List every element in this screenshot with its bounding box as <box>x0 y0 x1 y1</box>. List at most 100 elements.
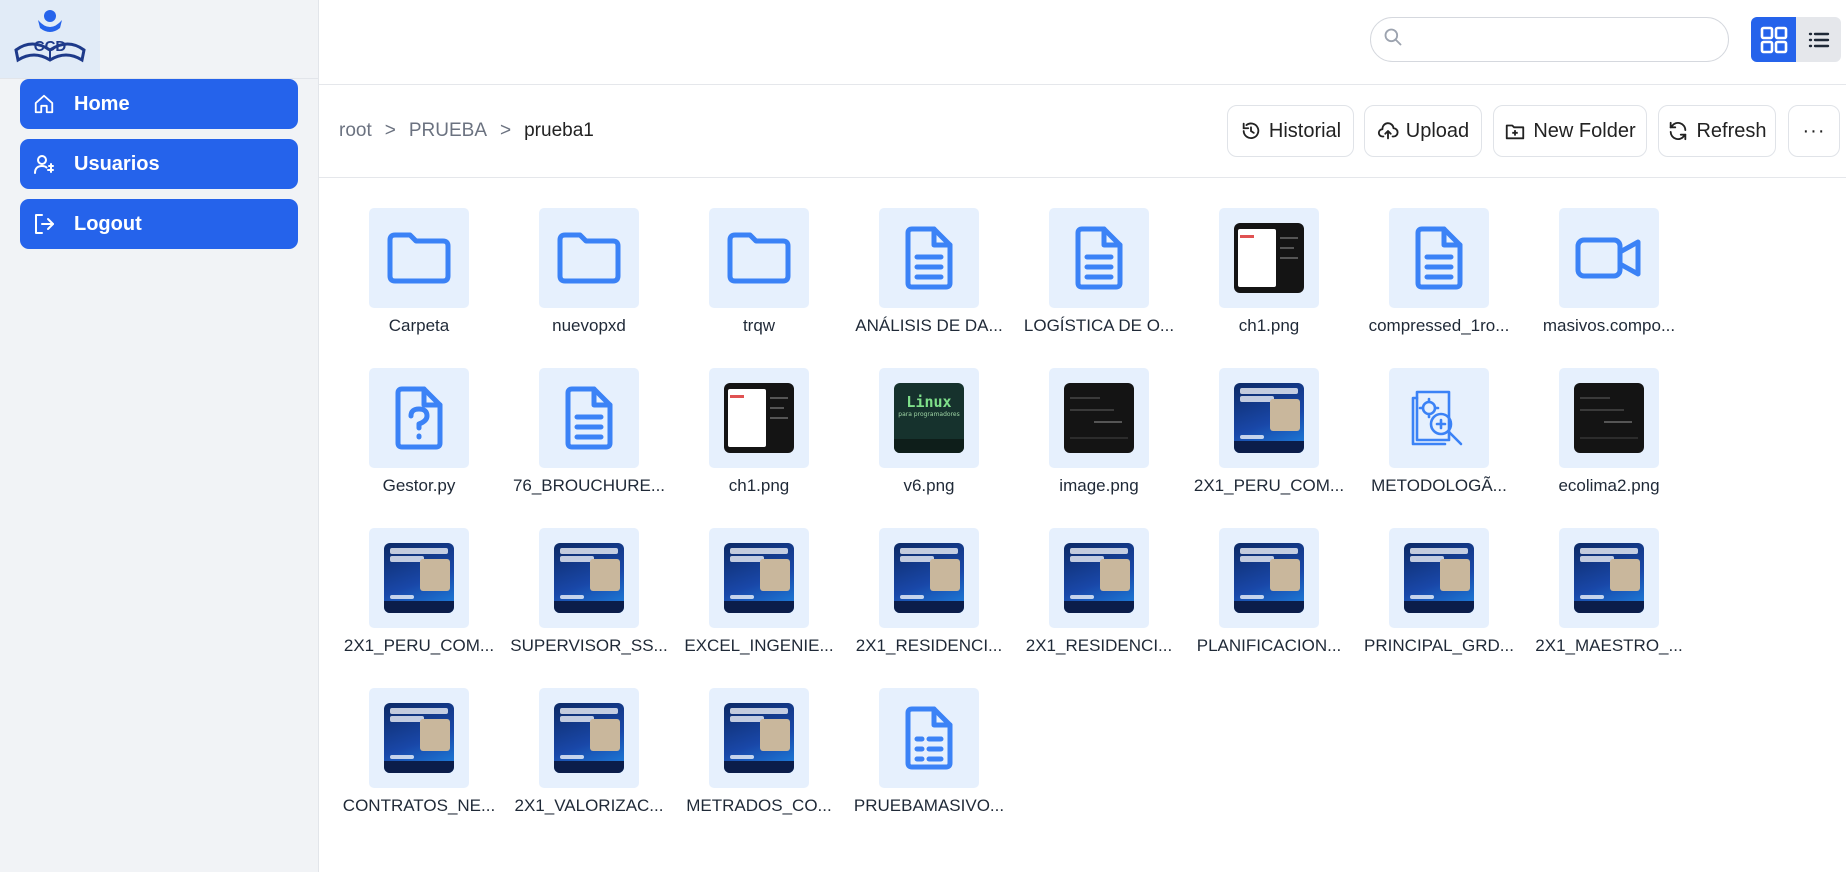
file-item[interactable]: Gestor.py <box>344 338 494 495</box>
breadcrumb-separator: > <box>500 120 512 141</box>
more-options-icon: ··· <box>1802 119 1826 142</box>
search-box[interactable] <box>1370 17 1729 62</box>
grid-view-button[interactable] <box>1751 17 1796 62</box>
file-item[interactable]: masivos.compo... <box>1534 178 1684 335</box>
refresh-label: Refresh <box>1696 119 1767 142</box>
file-name: 2X1_VALORIZAC... <box>514 796 664 815</box>
file-name: 2X1_PERU_COM... <box>1193 476 1345 495</box>
file-item[interactable]: 2X1_VALORIZAC... <box>514 658 664 815</box>
breadcrumb-separator: > <box>384 120 396 141</box>
file-item[interactable]: Carpeta <box>344 178 494 335</box>
file-item[interactable]: ecolima2.png <box>1534 338 1684 495</box>
file-name: SUPERVISOR_SS... <box>510 636 668 655</box>
file-item[interactable]: 2X1_PERU_COM... <box>344 498 494 655</box>
historial-button[interactable]: Historial <box>1227 105 1354 157</box>
breadcrumb-item-root[interactable]: root <box>339 120 372 142</box>
file-item[interactable]: 76_BROUCHURE... <box>513 338 665 495</box>
spreadsheet-icon <box>879 688 979 788</box>
sidebar-item-usuarios[interactable]: Usuarios <box>20 139 298 189</box>
history-icon <box>1240 120 1262 142</box>
file-question-icon <box>369 368 469 468</box>
file-item[interactable]: PRINCIPAL_GRD... <box>1364 498 1514 655</box>
list-icon <box>1808 32 1829 47</box>
sidebar-item-logout[interactable]: Logout <box>20 199 298 249</box>
folder-plus-icon <box>1504 120 1526 142</box>
ccd-logo-icon: CCD <box>14 10 86 63</box>
new-folder-button[interactable]: New Folder <box>1493 105 1647 157</box>
logo-text: CCD <box>34 38 67 55</box>
sidebar-item-label: Logout <box>74 212 142 235</box>
image-thumbnail <box>1049 528 1149 628</box>
file-item[interactable]: LOGÍSTICA DE O... <box>1024 178 1174 335</box>
file-item[interactable]: CONTRATOS_NE... <box>343 658 495 815</box>
search-input[interactable] <box>1411 24 1728 55</box>
cloud-upload-icon <box>1377 120 1399 142</box>
refresh-button[interactable]: Refresh <box>1658 105 1776 157</box>
upload-button[interactable]: Upload <box>1364 105 1482 157</box>
logo[interactable]: CCD <box>0 0 100 78</box>
file-name: 76_BROUCHURE... <box>512 476 666 495</box>
file-item[interactable]: ch1.png <box>1194 178 1344 335</box>
file-item[interactable]: 2X1_RESIDENCI... <box>1024 498 1174 655</box>
top-bar <box>319 0 1846 85</box>
document-search-icon <box>1389 368 1489 468</box>
document-icon <box>539 368 639 468</box>
image-thumbnail <box>539 688 639 788</box>
sidebar-item-label: Home <box>74 92 130 115</box>
file-name: ch1.png <box>728 476 790 495</box>
file-item[interactable]: image.png <box>1024 338 1174 495</box>
file-name: 2X1_PERU_COM... <box>343 636 495 655</box>
file-item[interactable]: 2X1_PERU_COM... <box>1194 338 1344 495</box>
file-item[interactable]: 2X1_RESIDENCI... <box>854 498 1004 655</box>
sidebar-item-home[interactable]: Home <box>20 79 298 129</box>
folder-icon <box>369 208 469 308</box>
image-thumbnail <box>1219 528 1319 628</box>
file-name: 2X1_RESIDENCI... <box>1025 636 1173 655</box>
file-item[interactable]: compressed_1ro... <box>1364 178 1514 335</box>
grid-icon <box>1760 26 1787 53</box>
file-item[interactable]: nuevopxd <box>514 178 664 335</box>
breadcrumb-item-prueba[interactable]: PRUEBA <box>409 120 487 142</box>
file-item[interactable]: METODOLOGÃ... <box>1364 338 1514 495</box>
file-item[interactable]: ch1.png <box>684 338 834 495</box>
file-item[interactable]: Linux para programadores v6.png <box>854 338 1004 495</box>
document-icon <box>879 208 979 308</box>
file-name: LOGÍSTICA DE O... <box>1023 316 1175 335</box>
breadcrumb: root > PRUEBA > prueba1 <box>339 120 594 142</box>
image-thumbnail <box>1389 528 1489 628</box>
image-thumbnail <box>539 528 639 628</box>
image-thumbnail: Linux para programadores <box>879 368 979 468</box>
file-item[interactable]: SUPERVISOR_SS... <box>510 498 668 655</box>
sidebar-item-label: Usuarios <box>74 152 160 175</box>
logout-icon <box>32 212 56 236</box>
file-item[interactable]: 2X1_MAESTRO_... <box>1534 498 1684 655</box>
new-folder-label: New Folder <box>1533 119 1636 142</box>
image-thumbnail <box>1219 208 1319 308</box>
image-thumbnail <box>709 688 809 788</box>
file-item[interactable]: METRADOS_CO... <box>684 658 834 815</box>
users-icon <box>32 152 56 176</box>
file-name: ANÁLISIS DE DA... <box>855 316 1003 335</box>
file-item[interactable]: PRUEBAMASIVO... <box>854 658 1004 815</box>
file-manager-app: CCD Home Usuarios Logout root > PRUEBA >… <box>0 0 1846 872</box>
list-view-button[interactable] <box>1796 17 1841 62</box>
file-name: Carpeta <box>388 316 450 335</box>
file-name: PRUEBAMASIVO... <box>853 796 1005 815</box>
file-name: image.png <box>1059 476 1139 495</box>
image-thumbnail <box>1559 368 1659 468</box>
folder-icon <box>539 208 639 308</box>
view-toggle <box>1751 17 1841 62</box>
file-item[interactable]: trqw <box>684 178 834 335</box>
file-item[interactable]: PLANIFICACION... <box>1194 498 1344 655</box>
document-icon <box>1049 208 1149 308</box>
upload-label: Upload <box>1405 119 1470 142</box>
breadcrumb-item-current: prueba1 <box>524 120 594 141</box>
more-options-button[interactable]: ··· <box>1788 105 1840 157</box>
file-item[interactable]: EXCEL_INGENIE... <box>684 498 834 655</box>
image-thumbnail <box>1559 528 1659 628</box>
file-name: Gestor.py <box>382 476 456 495</box>
folder-icon <box>709 208 809 308</box>
file-item[interactable]: ANÁLISIS DE DA... <box>854 178 1004 335</box>
file-name: EXCEL_INGENIE... <box>684 636 834 655</box>
file-name: trqw <box>742 316 776 335</box>
